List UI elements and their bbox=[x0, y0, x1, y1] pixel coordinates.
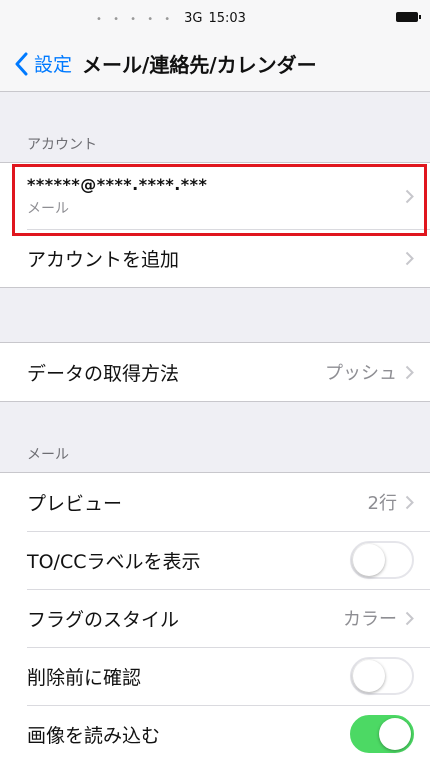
mail-section-header: メール bbox=[27, 447, 69, 463]
toggle-knob bbox=[379, 718, 411, 750]
ask-before-delete-label: 削除前に確認 bbox=[27, 666, 142, 689]
chevron-right-icon bbox=[405, 251, 414, 265]
chevron-right-icon bbox=[405, 495, 414, 509]
toggle-knob bbox=[353, 660, 385, 692]
toggle-knob bbox=[353, 544, 385, 576]
flag-style-value: カラー bbox=[343, 609, 397, 630]
flag-style-label: フラグのスタイル bbox=[27, 608, 180, 631]
account-cell[interactable]: ******@****.****.*** メール bbox=[0, 163, 430, 229]
load-images-toggle[interactable] bbox=[350, 715, 414, 753]
tocc-toggle[interactable] bbox=[350, 541, 414, 579]
back-button-label: 設定 bbox=[34, 54, 73, 76]
tocc-label-cell: TO/CCラベルを表示 bbox=[0, 531, 430, 589]
back-button[interactable]: 設定 bbox=[0, 36, 72, 91]
chevron-right-icon bbox=[405, 189, 414, 204]
add-account-cell[interactable]: アカウントを追加 bbox=[0, 229, 430, 287]
fetch-data-cell[interactable]: データの取得方法 プッシュ bbox=[0, 343, 430, 401]
preview-cell[interactable]: プレビュー 2行 bbox=[0, 473, 430, 531]
fetch-data-value: プッシュ bbox=[325, 363, 397, 384]
network-type: 3G bbox=[184, 10, 203, 26]
page-title: メール/連絡先/カレンダー bbox=[82, 53, 317, 77]
add-account-label: アカウントを追加 bbox=[27, 248, 180, 271]
chevron-right-icon bbox=[405, 611, 414, 625]
mail-group: プレビュー 2行 TO/CCラベルを表示 フラグのスタイル カラー 削除前に確認… bbox=[0, 472, 430, 757]
account-email: ******@****.****.*** bbox=[27, 174, 208, 194]
account-type: メール bbox=[27, 200, 69, 217]
navigation-bar: 設定 メール/連絡先/カレンダー bbox=[0, 36, 430, 92]
tocc-label: TO/CCラベルを表示 bbox=[27, 550, 201, 573]
fetch-group: データの取得方法 プッシュ bbox=[0, 342, 430, 402]
signal-dots: • • • • • bbox=[96, 14, 175, 25]
ask-before-delete-toggle[interactable] bbox=[350, 657, 414, 695]
status-bar: • • • • • 3G 15:03 bbox=[0, 0, 430, 36]
load-images-cell: 画像を読み込む bbox=[0, 705, 430, 757]
chevron-right-icon bbox=[405, 365, 414, 379]
ask-before-delete-cell: 削除前に確認 bbox=[0, 647, 430, 705]
accounts-group: ******@****.****.*** メール アカウントを追加 bbox=[0, 162, 430, 288]
flag-style-cell[interactable]: フラグのスタイル カラー bbox=[0, 589, 430, 647]
preview-label: プレビュー bbox=[27, 492, 123, 515]
preview-value: 2行 bbox=[367, 493, 397, 514]
accounts-section-header: アカウント bbox=[27, 137, 97, 153]
chevron-left-icon bbox=[15, 52, 28, 75]
load-images-label: 画像を読み込む bbox=[27, 724, 161, 747]
status-time: 15:03 bbox=[208, 10, 246, 26]
fetch-data-label: データの取得方法 bbox=[27, 362, 180, 385]
battery-icon bbox=[396, 12, 421, 22]
